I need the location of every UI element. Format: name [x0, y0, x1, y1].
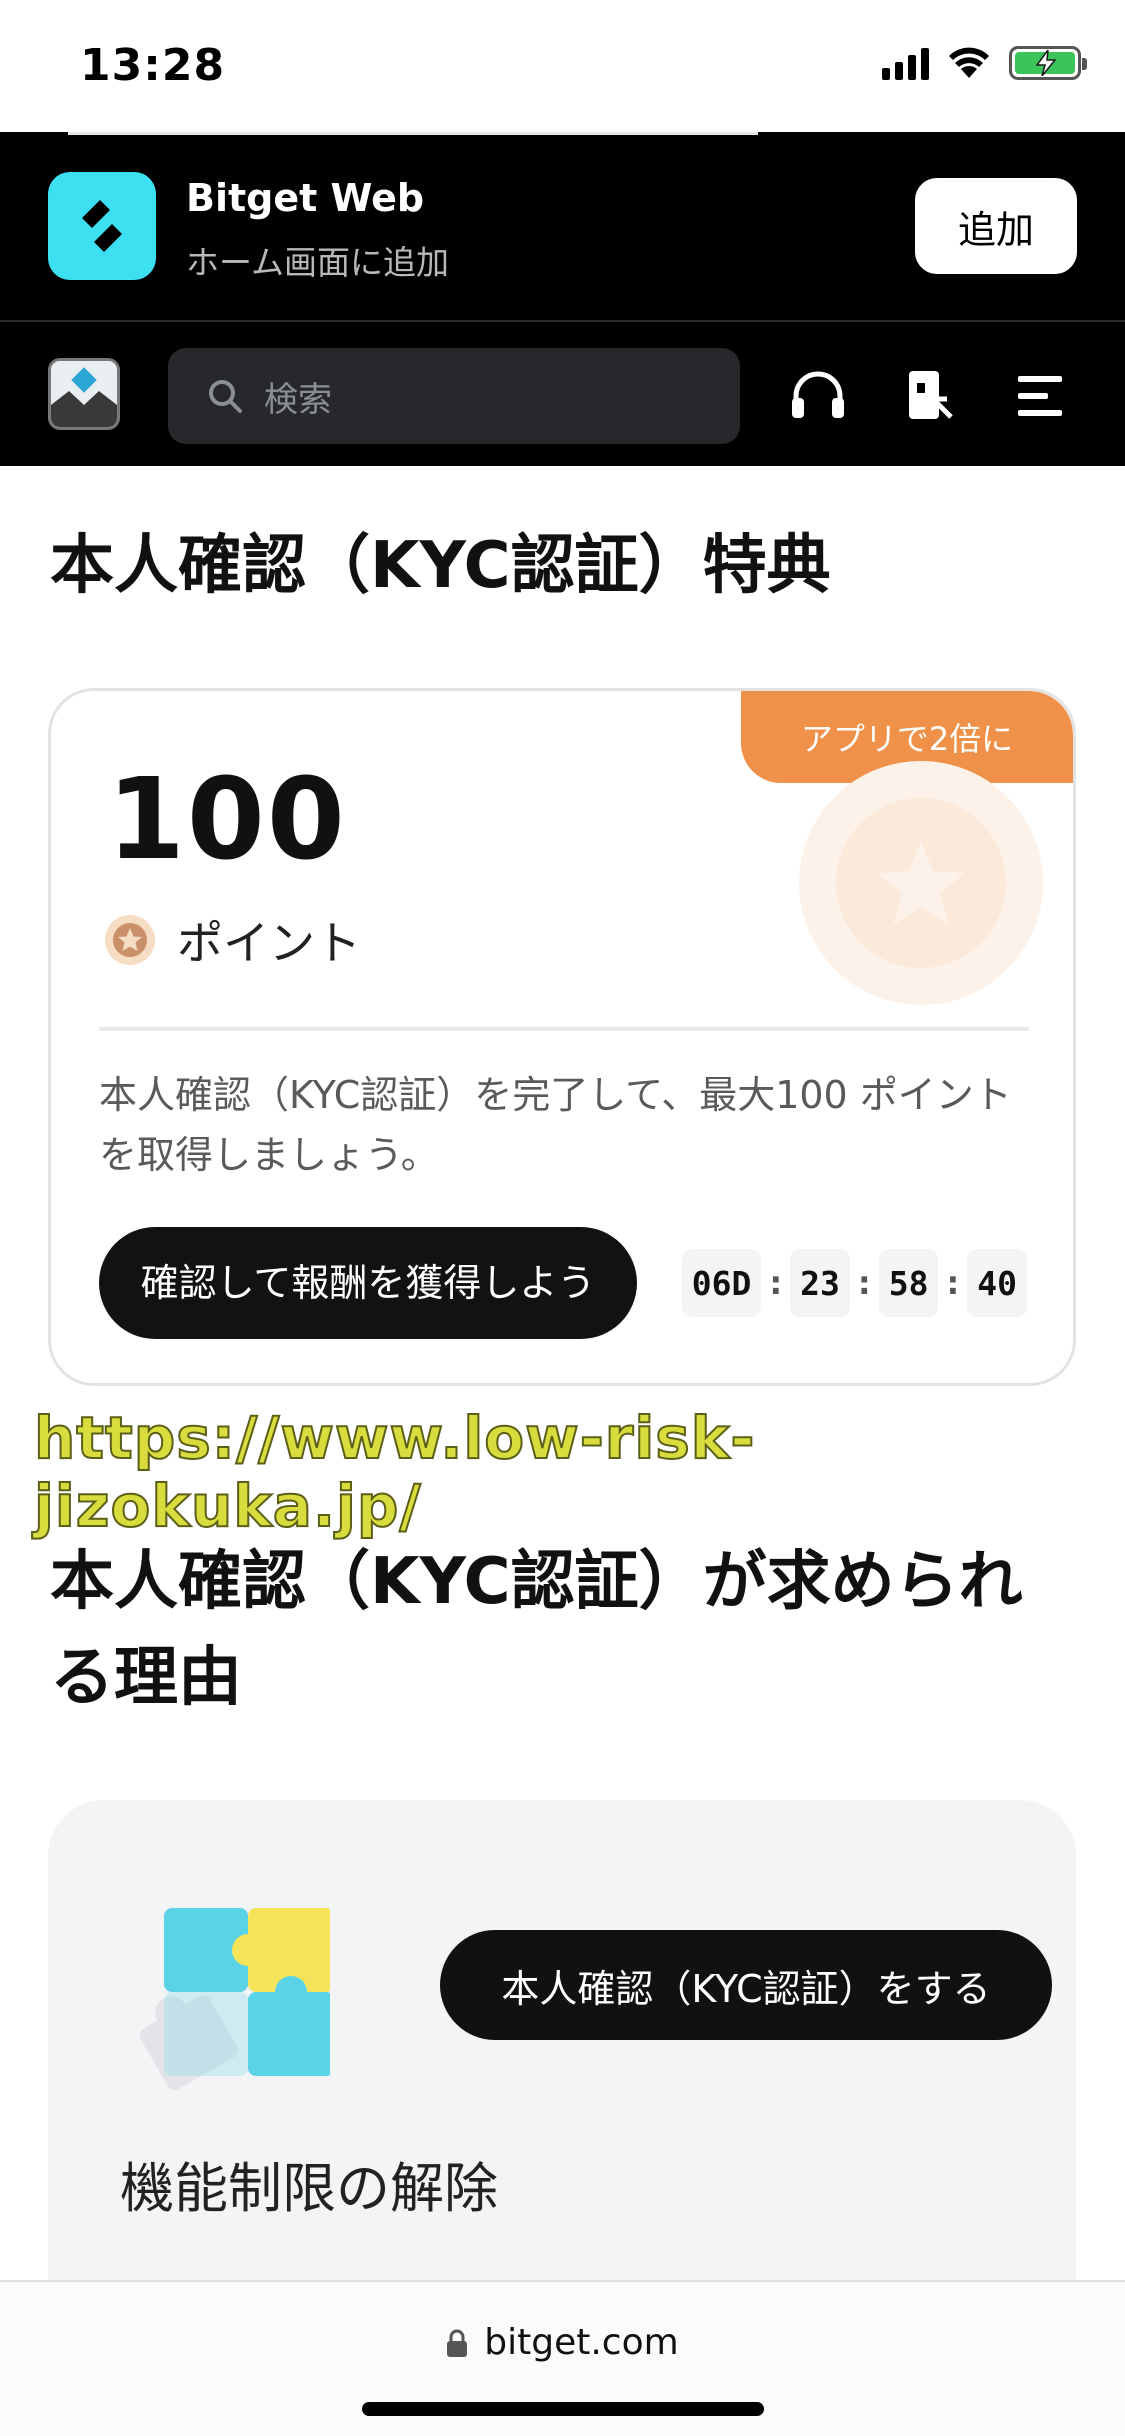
divider [99, 1027, 1029, 1031]
add-to-home-banner: Bitget Web ホーム画面に追加 追加 [0, 132, 1125, 320]
countdown-days: 06D [681, 1249, 762, 1317]
home-indicator[interactable] [362, 2402, 764, 2416]
avatar[interactable] [48, 358, 120, 430]
points-value: 100 [107, 755, 347, 885]
lock-icon [447, 2329, 468, 2357]
url-domain: bitget.com [484, 2322, 679, 2363]
app-name: Bitget Web [186, 176, 425, 220]
url-row: bitget.com [0, 2322, 1125, 2363]
search-input[interactable]: 検索 [168, 348, 740, 444]
puzzle-icon [139, 1908, 330, 2091]
search-icon [209, 380, 242, 413]
verify-and-earn-button[interactable]: 確認して報酬を獲得しよう [99, 1227, 637, 1339]
points-label: ポイント [177, 916, 361, 970]
countdown-hours: 23 [790, 1249, 850, 1317]
search-placeholder: 検索 [264, 379, 332, 420]
countdown-separator: : [769, 1264, 783, 1302]
status-bar: 13:28 [0, 0, 1125, 132]
kyc-verify-label: 本人確認（KYC認証）をする [501, 1966, 991, 2011]
deposit-icon[interactable] [900, 366, 960, 426]
banner-top-line [68, 132, 758, 135]
reward-section-title: 本人確認（KYC認証）特典 [50, 529, 831, 603]
countdown-separator: : [857, 1264, 871, 1302]
bitget-logo-icon [48, 172, 156, 280]
countdown-timer: 06D : 23 : 58 : 40 [681, 1249, 1027, 1317]
cellular-signal-icon [882, 46, 929, 80]
feature-title: 機能制限の解除 [120, 2157, 498, 2220]
verify-and-earn-label: 確認して報酬を獲得しよう [140, 1261, 596, 1305]
reward-description: 本人確認（KYC認証）を完了して、最大100 ポイントを取得しましょう。 [99, 1073, 1012, 1177]
app-subtitle: ホーム画面に追加 [186, 243, 450, 282]
countdown-minutes: 58 [878, 1249, 939, 1317]
add-button[interactable]: 追加 [915, 178, 1077, 274]
points-coin-icon [105, 915, 155, 965]
status-time: 13:28 [80, 40, 226, 91]
headset-icon[interactable] [788, 366, 848, 426]
countdown-separator: : [946, 1264, 960, 1302]
countdown-seconds: 40 [967, 1249, 1027, 1317]
reason-section-title: 本人確認（KYC認証）が求められる理由 [50, 1545, 1023, 1715]
kyc-verify-button[interactable]: 本人確認（KYC認証）をする [440, 1930, 1052, 2040]
top-nav: 検索 [0, 320, 1125, 466]
browser-url-bar[interactable]: bitget.com [0, 2280, 1125, 2436]
reward-card: アプリで2倍に 100 ポイント 本人確認（KYC認証）を完了して、最大100 … [48, 688, 1076, 1386]
points-label-row: ポイント [103, 907, 361, 973]
status-icons [882, 46, 1087, 80]
watermark-url: https://www.low-risk-jizokuka.jp/ [33, 1403, 756, 1541]
coin-star-icon [799, 761, 1043, 1005]
battery-charging-icon [1009, 46, 1087, 80]
menu-icon[interactable] [1010, 366, 1070, 426]
wifi-icon [949, 47, 989, 78]
